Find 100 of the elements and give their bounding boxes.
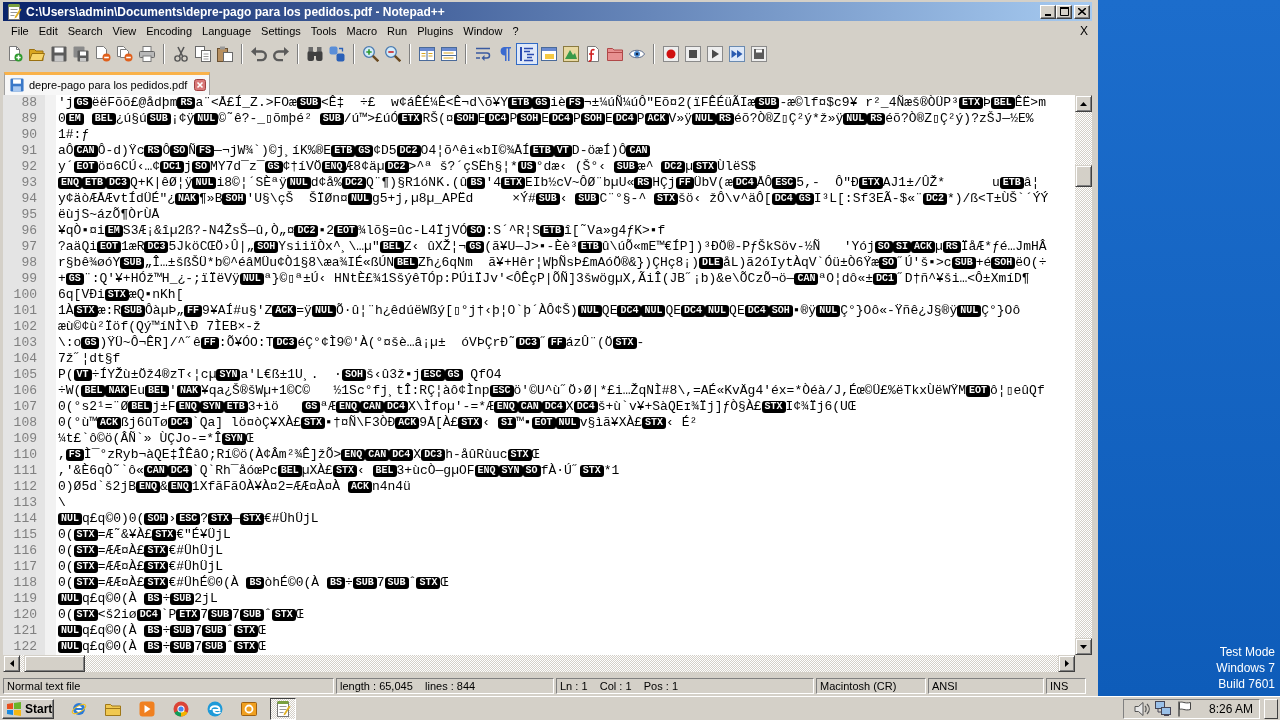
menu-item[interactable]: ? [507,23,524,38]
framed-floppy-icon[interactable] [751,45,767,62]
globe-icon[interactable] [71,700,87,717]
code-text: ˝ [539,335,548,350]
line-number: 108 [12,415,38,431]
magnifier-minus-icon[interactable] [385,45,401,62]
code-text: RŠ(¤ [422,111,454,126]
horizontal-scrollbar[interactable] [3,655,1075,672]
code-text: ▪®ÿ [792,303,817,318]
control-character-badge: RS [716,113,735,125]
network-icon[interactable] [1154,700,1171,717]
menu-item[interactable]: Macro [341,23,383,38]
menu-item[interactable]: Language [197,23,257,38]
play-icon[interactable] [707,45,723,62]
code-text: :Õ¥ÓO:T [218,335,274,350]
pages-minus-icon[interactable] [117,45,133,62]
menu-item[interactable]: File [6,23,34,38]
magnifier-plus-icon[interactable] [363,45,379,62]
menu-item[interactable]: Encoding [141,23,198,38]
indent-lines-icon[interactable] [516,42,538,65]
code-text: 0(°ù™ [58,415,97,430]
control-character-badge: EM [65,113,84,125]
menu-item[interactable]: Window [458,23,508,38]
code-text: `Qa] lö¤òÇ¥XÀ£ [191,415,302,430]
control-character-badge: NUL [641,305,666,317]
function-page-icon[interactable] [585,45,601,62]
undo-icon[interactable] [251,45,267,62]
control-character-badge: BEL [145,385,170,397]
play-tile-icon[interactable] [139,700,155,717]
control-character-badge: STX [761,401,786,413]
line-number: 122 [12,639,38,655]
code-text: a'L€ß±1U¸. · [240,367,342,382]
fast-forward-icon[interactable] [729,45,745,62]
menu-item[interactable]: Tools [305,23,342,38]
close-icon[interactable] [194,79,207,91]
menu-item[interactable]: Plugins [412,23,459,38]
control-character-badge: STX [144,561,169,573]
down-arrow-icon [1080,644,1087,649]
menu-item[interactable]: Edit [33,23,63,38]
code-text: 1XfãFãOÀ¥À¤2=ÆÆ¤À¤À [191,479,342,494]
folder-icon[interactable] [607,45,623,62]
two-squares-icon[interactable] [329,45,345,62]
scroll-thumb[interactable] [1075,165,1092,187]
text-editor-area[interactable] [56,95,1075,655]
code-text: 1#:ƒ [58,127,90,142]
menu-item[interactable]: Settings [256,23,306,38]
flag-icon[interactable] [1175,700,1192,717]
ring-tile-icon[interactable] [241,700,257,717]
text-wrap-icon[interactable] [475,45,491,62]
scissors-icon[interactable] [173,45,189,62]
scroll-down-button[interactable] [1075,638,1092,655]
swirl-circle-icon[interactable] [207,700,223,717]
code-text: Eu [129,383,146,398]
split-window-icon[interactable] [419,45,435,62]
scroll-thumb[interactable] [24,655,85,672]
control-character-badge: SUB [575,193,600,205]
menu-item[interactable]: Run [382,23,413,38]
stop-icon[interactable] [685,45,701,62]
clipboard-icon[interactable] [217,45,233,62]
control-character-badge: FF [184,305,203,317]
close-document-button[interactable]: X [1076,23,1092,38]
notepad-icon[interactable] [270,697,296,720]
control-character-badge: ACK [272,305,297,317]
redo-icon[interactable] [273,45,289,62]
split-window-icon[interactable] [441,45,457,62]
two-pages-icon[interactable] [195,45,211,62]
segmented-circle-icon[interactable] [173,700,189,717]
show-desktop-button[interactable] [1264,698,1278,719]
two-floppies-icon[interactable] [73,45,89,62]
close-button[interactable] [1074,4,1090,19]
scroll-right-button[interactable] [1058,655,1075,672]
code-text: 1À [58,303,74,318]
vertical-scrollbar[interactable] [1075,95,1092,655]
maximize-button[interactable] [1056,4,1072,19]
control-character-badge: SOH [991,257,1016,269]
control-character-badge: ESC [489,385,514,397]
document-tab[interactable]: depre-pago para los pedidos.pdf [4,72,211,95]
control-character-badge: ACK [644,113,669,125]
scroll-up-button[interactable] [1075,95,1092,112]
control-character-badge: SUB [146,113,171,125]
page-minus-icon[interactable] [95,45,111,62]
mountain-picture-icon[interactable] [563,45,579,62]
code-text: P( [58,367,74,382]
menu-item[interactable]: Search [62,23,108,38]
clock[interactable]: 8:26 AM [1208,701,1253,716]
control-character-badge: DC4 [732,177,757,189]
control-character-badge: STX [208,513,233,525]
printer-icon[interactable] [139,45,155,62]
page-plus-icon[interactable] [7,45,23,62]
scroll-left-button[interactable] [3,655,20,672]
record-icon[interactable] [663,45,679,62]
speaker-icon[interactable] [1133,700,1150,717]
binoculars-icon[interactable] [307,45,323,62]
control-character-badge: CAN [359,401,384,413]
minimize-button[interactable] [1040,4,1056,19]
window-icon[interactable] [541,45,557,62]
code-text: *1 [603,463,620,478]
start-button[interactable]: Start [2,698,54,719]
menu-item[interactable]: View [107,23,142,38]
control-character-badge: CAN [794,273,819,285]
